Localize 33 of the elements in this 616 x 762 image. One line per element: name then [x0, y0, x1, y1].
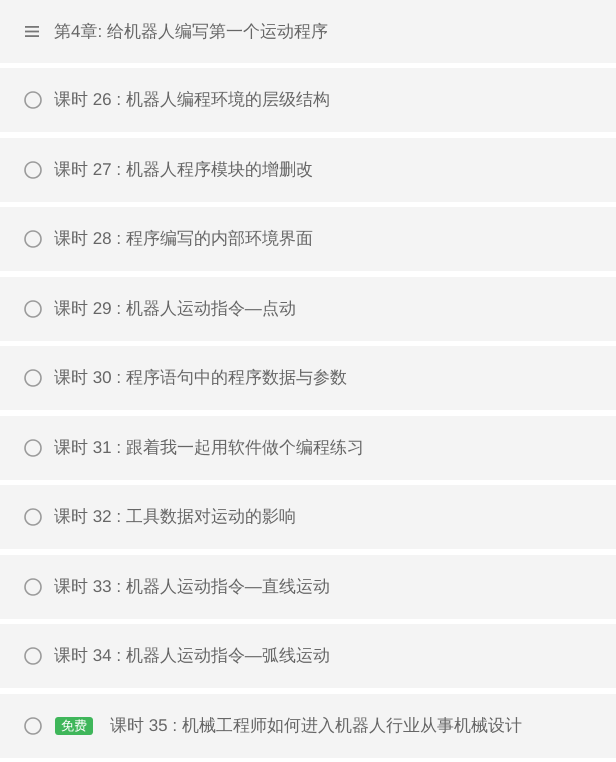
circle-icon — [24, 716, 42, 734]
free-badge: 免费 — [55, 716, 93, 734]
circle-icon — [24, 578, 42, 596]
lesson-title: 课时 33 : 机器人运动指令—直线运动 — [54, 576, 330, 598]
circle-icon — [24, 230, 42, 248]
lesson-item[interactable]: 课时 27 : 机器人程序模块的增删改 — [0, 138, 616, 202]
lesson-title: 课时 32 : 工具数据对运动的影响 — [54, 506, 296, 528]
circle-icon — [24, 647, 42, 665]
lesson-title: 课时 30 : 程序语句中的程序数据与参数 — [54, 367, 347, 389]
circle-icon — [24, 91, 42, 109]
lesson-item[interactable]: 课时 26 : 机器人编程环境的层级结构 — [0, 68, 616, 132]
lesson-title: 课时 35 : 机械工程师如何进入机器人行业从事机械设计 — [110, 714, 522, 736]
lesson-title: 课时 28 : 程序编写的内部环境界面 — [54, 228, 313, 250]
lesson-item[interactable]: 课时 28 : 程序编写的内部环境界面 — [0, 207, 616, 271]
circle-icon — [24, 300, 42, 318]
lesson-item[interactable]: 课时 29 : 机器人运动指令—点动 — [0, 276, 616, 340]
lesson-item[interactable]: 课时 32 : 工具数据对运动的影响 — [0, 485, 616, 549]
lesson-item[interactable]: 课时 33 : 机器人运动指令—直线运动 — [0, 554, 616, 618]
menu-icon — [25, 26, 39, 37]
lesson-item[interactable]: 课时 31 : 跟着我一起用软件做个编程练习 — [0, 416, 616, 480]
circle-icon — [24, 160, 42, 178]
circle-icon — [24, 508, 42, 526]
lesson-item[interactable]: 课时 34 : 机器人运动指令—弧线运动 — [0, 624, 616, 688]
lesson-title: 课时 29 : 机器人运动指令—点动 — [54, 298, 296, 320]
lesson-item[interactable]: 免费 课时 35 : 机械工程师如何进入机器人行业从事机械设计 — [0, 694, 616, 758]
lesson-title: 课时 27 : 机器人程序模块的增删改 — [54, 158, 313, 180]
circle-icon — [24, 369, 42, 387]
chapter-title: 第4章: 给机器人编写第一个运动程序 — [54, 20, 328, 42]
circle-icon — [24, 438, 42, 456]
lesson-title: 课时 26 : 机器人编程环境的层级结构 — [54, 89, 330, 111]
lesson-item[interactable]: 课时 30 : 程序语句中的程序数据与参数 — [0, 346, 616, 410]
lesson-title: 课时 34 : 机器人运动指令—弧线运动 — [54, 645, 330, 667]
lesson-title: 课时 31 : 跟着我一起用软件做个编程练习 — [54, 436, 364, 458]
